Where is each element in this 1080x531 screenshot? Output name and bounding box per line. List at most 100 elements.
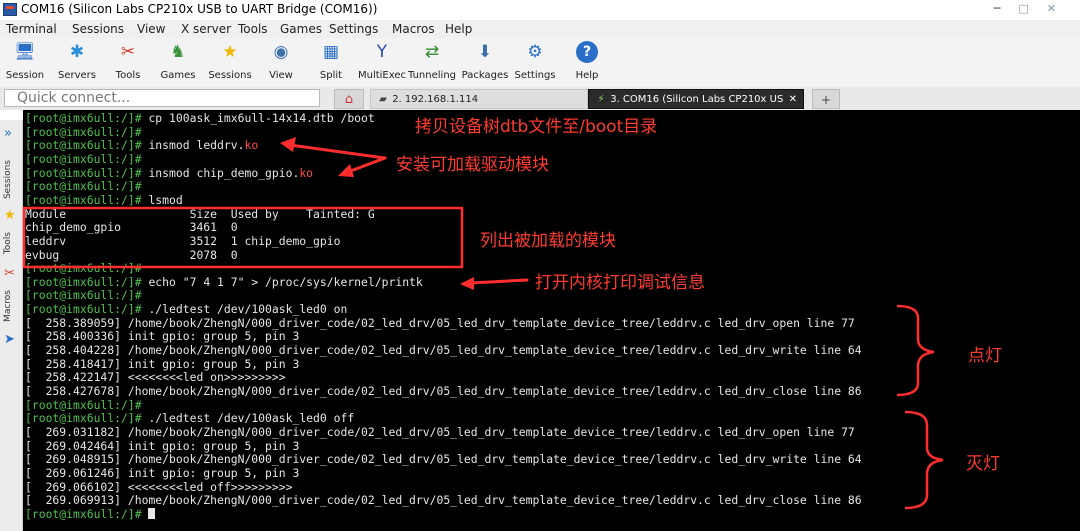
toolbar-tools-button[interactable]: ✂ Tools — [101, 41, 155, 81]
module-extension: ko — [299, 165, 314, 180]
terminal-line: [ 269.031182] /home/book/ZhengN/000_driv… — [25, 425, 855, 439]
toolbar-tunneling-button[interactable]: ⇄ Tunneling — [405, 41, 459, 81]
shell-prompt: [root@imx6ull:/]# — [25, 506, 142, 521]
tab-serial-session[interactable]: ⚡ 3. COM16 (Silicon Labs CP210x US ✕ — [588, 89, 804, 109]
terminal-line: Module Size Used by Tainted: G — [25, 207, 375, 221]
terminal-text: [ 258.404228] /home/book/ZhengN/000_driv… — [25, 343, 862, 358]
menu-tools[interactable]: Tools — [238, 22, 268, 36]
window-title: COM16 (Silicon Labs CP210x USB to UART B… — [21, 2, 378, 16]
annotation-load-modules: 安装可加载驱动模块 — [396, 155, 549, 175]
terminal-line: [ 258.404228] /home/book/ZhengN/000_driv… — [25, 343, 862, 357]
tools-icon: ✂ — [4, 266, 15, 281]
quick-connect-input[interactable]: Quick connect... — [4, 89, 320, 107]
terminal-line: [root@imx6ull:/]# — [25, 152, 142, 166]
toolbar-split-button[interactable]: ▦ Split — [304, 41, 358, 81]
terminal-text: [ 258.422147] <<<<<<<<led on>>>>>>>>> — [25, 370, 286, 385]
menu-terminal[interactable]: Terminal — [6, 22, 57, 36]
terminal-line: [root@imx6ull:/]# — [25, 179, 142, 193]
home-tab[interactable]: ⌂ — [334, 89, 364, 109]
menu-settings[interactable]: Settings — [329, 22, 378, 36]
toolbar-label: View — [269, 70, 293, 81]
toolbar-multiexec-button[interactable]: Y MultiExec — [355, 41, 409, 81]
shell-prompt: [root@imx6ull:/]# — [25, 165, 142, 180]
sidebar-tab-tools[interactable]: Tools — [3, 232, 13, 254]
toolbar-packages-button[interactable]: ⬇ Packages — [458, 41, 512, 81]
toolbar-label: Session — [5, 70, 45, 81]
menu-sessions[interactable]: Sessions — [72, 22, 124, 36]
toolbar-label: Settings — [514, 70, 556, 81]
terminal-text: ./ledtest /dev/100ask_led0 off — [141, 411, 355, 426]
home-icon: ⌂ — [344, 92, 354, 107]
terminal-area[interactable]: [root@imx6ull:/]# cp 100ask_imx6ull-14x1… — [23, 110, 1080, 531]
sidebar-tab-macros[interactable]: Macros — [3, 290, 13, 322]
terminal-line: [ 258.400336] init gpio: group 5, pin 3 — [25, 329, 299, 343]
shell-prompt: [root@imx6ull:/]# — [25, 124, 142, 139]
annotation-copy-dtb: 拷贝设备树dtb文件至/boot目录 — [415, 117, 658, 137]
session-icon: 🖥 — [14, 42, 36, 62]
star-icon: ★ — [222, 42, 238, 62]
annotation-list-modules: 列出被加载的模块 — [480, 231, 616, 251]
toolbar-help-button[interactable]: ? Help — [560, 41, 614, 81]
menu-games[interactable]: Games — [280, 22, 322, 36]
shell-prompt: [root@imx6ull:/]# — [25, 397, 142, 412]
macro-icon: ➤ — [4, 332, 15, 347]
terminal-text: [ 269.061246] init gpio: group 5, pin 3 — [25, 465, 300, 480]
close-tab-icon[interactable]: ✕ — [789, 90, 797, 108]
terminal-text: cp 100ask_imx6ull-14x14.dtb /boot — [141, 111, 375, 125]
menu-macros[interactable]: Macros — [392, 22, 435, 36]
terminal-text: [ 269.042464] init gpio: group 5, pin 3 — [25, 438, 300, 453]
terminal-line: [ 269.048915] /home/book/ZhengN/000_driv… — [25, 452, 862, 466]
menu-help[interactable]: Help — [445, 22, 472, 36]
terminal-line: [root@imx6ull:/]# insmod chip_demo_gpio.… — [25, 166, 313, 180]
toolbar-label: Help — [575, 70, 599, 81]
left-sidebar: » Sessions ★ Tools ✂ Macros ➤ — [0, 120, 23, 531]
shell-prompt: [root@imx6ull:/]# — [25, 179, 142, 194]
menu-bar: Terminal Sessions View X server Tools Games Se… — [0, 20, 1080, 39]
annotation-led-off: 灭灯 — [966, 454, 1000, 474]
shell-prompt: [root@imx6ull:/]# — [25, 192, 142, 207]
shell-prompt: [root@imx6ull:/]# — [25, 151, 142, 166]
terminal-line: [root@imx6ull:/]# — [25, 506, 156, 521]
shell-prompt: [root@imx6ull:/]# — [25, 261, 142, 276]
terminal-cursor — [148, 507, 156, 519]
terminal-line: [ 258.418417] init gpio: group 5, pin 3 — [25, 357, 299, 371]
terminal-line: [root@imx6ull:/]# lsmod — [25, 193, 183, 207]
annotation-led-on: 点灯 — [968, 346, 1002, 366]
toolbar-label: Games — [160, 70, 196, 81]
shell-prompt: [root@imx6ull:/]# — [25, 302, 142, 317]
new-tab-button[interactable]: + — [812, 89, 840, 109]
toolbar-session-button[interactable]: 🖥 Session — [0, 41, 52, 81]
menu-x-server[interactable]: X server — [181, 22, 231, 36]
tab-label: 3. COM16 (Silicon Labs CP210x US — [610, 94, 784, 105]
terminal-text: Module Size Used by Tainted: G — [25, 206, 375, 221]
tab-ssh-session[interactable]: ▰ 2. 192.168.1.114 — [370, 89, 588, 109]
toolbar-servers-button[interactable]: ✱ Servers — [50, 41, 104, 81]
terminal-text: [ 258.389059] /home/book/ZhengN/000_driv… — [25, 315, 855, 330]
window-controls[interactable]: ━□✕ — [994, 2, 1074, 15]
terminal-text: [ 269.048915] /home/book/ZhengN/000_driv… — [25, 452, 862, 467]
servers-icon: ✱ — [69, 42, 85, 62]
terminal-line: [root@imx6ull:/]# — [25, 261, 142, 275]
terminal-line: [ 269.066102] <<<<<<<<led off>>>>>>>>> — [25, 480, 292, 494]
toolbar-games-button[interactable]: ♞ Games — [151, 41, 205, 81]
terminal-line: [ 269.061246] init gpio: group 5, pin 3 — [25, 466, 299, 480]
terminal-line: chip_demo_gpio 3461 0 — [25, 220, 238, 234]
collapse-sidebar-icon[interactable]: » — [4, 126, 12, 141]
toolbar-sessions-button[interactable]: ★ Sessions — [203, 41, 257, 81]
terminal-line: [ 269.069913] /home/book/ZhengN/000_driv… — [25, 493, 862, 507]
terminal-text: lsmod — [141, 192, 183, 207]
terminal-line: [ 258.427678] /home/book/ZhengN/000_driv… — [25, 384, 862, 398]
toolbar: 🖥 Session ✱ Servers ✂ Tools ♞ Games ★ Sessions ◉ Vi… — [0, 38, 1080, 87]
toolbar-label: Packages — [461, 70, 509, 81]
sidebar-tab-sessions[interactable]: Sessions — [3, 160, 13, 199]
toolbar-view-button[interactable]: ◉ View — [254, 41, 308, 81]
tools-icon: ✂ — [120, 42, 136, 62]
terminal-text: [ 258.400336] init gpio: group 5, pin 3 — [25, 329, 300, 344]
terminal-line: evbug 2078 0 — [25, 248, 238, 262]
plug-icon: ⚡ — [597, 94, 605, 105]
terminal-line: [root@imx6ull:/]# — [25, 288, 142, 302]
toolbar-settings-button[interactable]: ⚙ Settings — [508, 41, 562, 81]
shell-prompt: [root@imx6ull:/]# — [25, 111, 142, 125]
shell-prompt: [root@imx6ull:/]# — [25, 288, 142, 303]
menu-view[interactable]: View — [137, 22, 165, 36]
